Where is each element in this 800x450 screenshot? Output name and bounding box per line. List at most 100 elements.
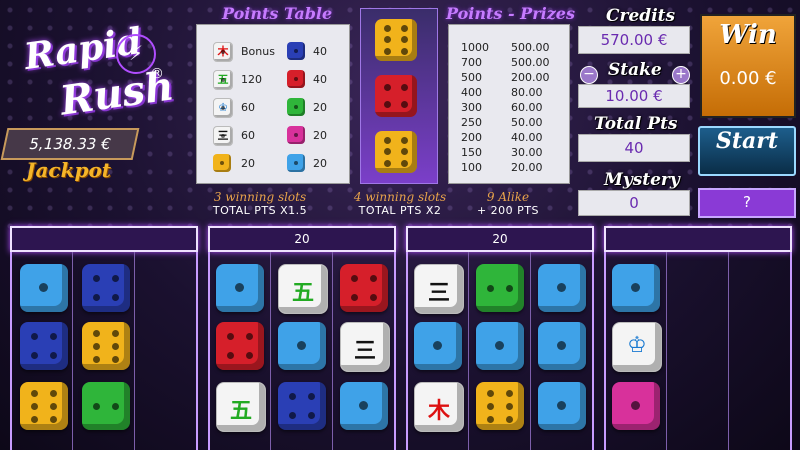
white-leaf-die-icon: 五: [216, 382, 266, 432]
white-kanji-die-icon: 木: [213, 42, 233, 62]
blue-die-icon: [216, 264, 264, 312]
game-logo: Rapid Rush ⚡ ®: [20, 20, 177, 125]
green-die-icon: [476, 264, 524, 312]
reel-header: 20: [208, 226, 396, 252]
reel-1[interactable]: [10, 226, 198, 450]
total-pts-value: 40: [578, 134, 690, 162]
blue-die-icon: [287, 154, 305, 172]
jackpot-label: Jackpot: [26, 158, 112, 182]
blue-die-icon: [20, 264, 68, 312]
blue-die-icon: [278, 322, 326, 370]
blue-die-icon: [414, 322, 462, 370]
reel-divider: [270, 252, 271, 450]
blue-die-icon: [476, 322, 524, 370]
points-row: ♔ 60 20: [197, 95, 349, 119]
yellow-die-icon: [375, 19, 417, 61]
yellow-die-icon: [82, 322, 130, 370]
stake-plus-button[interactable]: +: [672, 66, 690, 84]
navy-die-icon: [287, 42, 305, 60]
bonus-rule: 3 winning slots TOTAL PTS X1.5: [200, 190, 320, 217]
white-leaf-die-icon: 五: [278, 264, 328, 314]
yellow-die-icon: [375, 131, 417, 173]
points-value: 20: [241, 157, 255, 170]
points-table-title: Points Table: [222, 4, 333, 23]
white-wind-die-icon: 三: [340, 322, 390, 372]
reel-divider: [728, 252, 729, 450]
reel-divider: [666, 252, 667, 450]
pink-die-icon: [612, 382, 660, 430]
points-table: 木 Bonus 40 五 120 40 ♔ 60 20 三 60 20 20 2…: [196, 24, 350, 184]
points-value: 20: [313, 129, 327, 142]
navy-die-icon: [278, 382, 326, 430]
points-value: 120: [241, 73, 262, 86]
blue-die-icon: [538, 322, 586, 370]
stake-minus-button[interactable]: −: [580, 66, 598, 84]
prizes-table: 1000 500.00 700 500.00 500 200.00 400 80.00 …: [448, 24, 570, 184]
credits-label: Credits: [606, 6, 676, 26]
points-value: 20: [313, 157, 327, 170]
bonus-rule-desc: TOTAL PTS X1.5: [212, 204, 308, 217]
dice-preview: [360, 8, 438, 184]
points-row: 木 Bonus 40: [197, 39, 349, 63]
white-wind-die-icon: 三: [213, 126, 233, 146]
reel-4[interactable]: ♔: [604, 226, 792, 450]
points-value: 20: [313, 101, 327, 114]
blue-die-icon: [340, 382, 388, 430]
win-panel: Win 0.00 €: [700, 14, 796, 118]
points-value: 40: [313, 45, 327, 58]
yellow-die-icon: [476, 382, 524, 430]
prizes-title: Points - Prizes: [446, 4, 575, 23]
points-value: 60: [241, 129, 255, 142]
yellow-die-icon: [20, 382, 68, 430]
bonus-rule: 4 winning slots TOTAL PTS X2: [340, 190, 460, 217]
reel-divider: [468, 252, 469, 450]
red-die-icon: [375, 75, 417, 117]
points-value: 40: [313, 73, 327, 86]
win-value: 0.00 €: [719, 68, 777, 89]
navy-die-icon: [20, 322, 68, 370]
blue-die-icon: [538, 264, 586, 312]
blue-die-icon: [538, 382, 586, 430]
reel-header: [604, 226, 792, 252]
bonus-rule-title: 4 winning slots: [353, 190, 447, 204]
win-label: Win: [719, 20, 777, 50]
white-kanji-die-icon: 木: [414, 382, 464, 432]
blue-die-icon: [612, 264, 660, 312]
reel-header: [10, 226, 198, 252]
red-die-icon: [287, 70, 305, 88]
white-wind-die-icon: 三: [414, 264, 464, 314]
reel-divider: [332, 252, 333, 450]
white-crown-die-icon: ♔: [213, 98, 233, 118]
reel-2[interactable]: 20 五 三 五: [208, 226, 396, 450]
jackpot-amount: 5,138.33 €: [0, 128, 140, 160]
red-die-icon: [340, 264, 388, 312]
bonus-rule-desc: + 200 PTS: [476, 204, 540, 217]
bonus-rule-title: 9 Alike: [486, 190, 530, 204]
mystery-value: 0: [578, 190, 690, 216]
help-button[interactable]: ?: [698, 188, 796, 218]
reel-divider: [530, 252, 531, 450]
green-die-icon: [287, 98, 305, 116]
mystery-label: Mystery: [604, 170, 680, 190]
reel-3[interactable]: 20 三 木: [406, 226, 594, 450]
yellow-die-icon: [213, 154, 231, 172]
points-row: 20 20: [197, 151, 349, 175]
start-button[interactable]: Start: [698, 126, 796, 176]
total-pts-label: Total Pts: [594, 114, 678, 134]
points-value: 60: [241, 101, 255, 114]
bonus-rule-desc: TOTAL PTS X2: [358, 204, 442, 217]
red-die-icon: [216, 322, 264, 370]
navy-die-icon: [82, 264, 130, 312]
bonus-rule-title: 3 winning slots: [213, 190, 307, 204]
points-row: 三 60 20: [197, 123, 349, 147]
reel-divider: [72, 252, 73, 450]
registered-mark: ®: [150, 66, 164, 82]
stake-value: 10.00 €: [578, 84, 690, 108]
points-value: Bonus: [241, 45, 275, 58]
credits-value: 570.00 €: [578, 26, 690, 54]
stake-label: Stake: [608, 60, 662, 80]
reel-divider: [134, 252, 135, 450]
points-row: 五 120 40: [197, 67, 349, 91]
pink-die-icon: [287, 126, 305, 144]
bonus-rule: 9 Alike + 200 PTS: [448, 190, 568, 217]
